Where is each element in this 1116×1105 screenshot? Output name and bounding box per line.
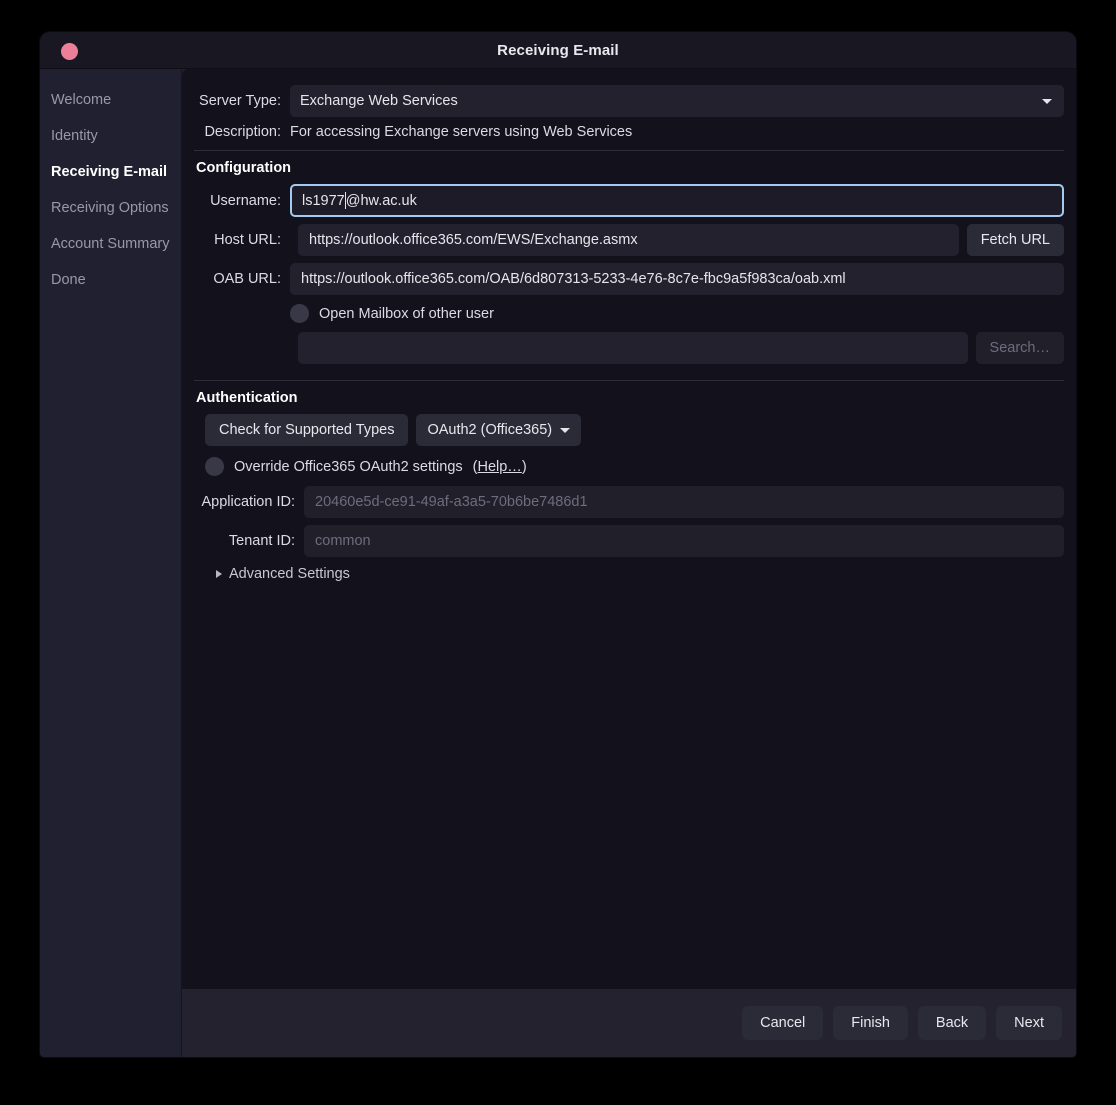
chevron-down-icon xyxy=(560,427,571,433)
sidebar-item-identity[interactable]: Identity xyxy=(40,118,181,154)
chevron-right-icon xyxy=(216,570,222,578)
description-row: Description: For accessing Exchange serv… xyxy=(194,124,1064,140)
oab-url-row: OAB URL: https://outlook.office365.com/O… xyxy=(194,263,1064,295)
check-supported-types-button[interactable]: Check for Supported Types xyxy=(205,414,409,446)
sidebar-item-receiving-email[interactable]: Receiving E-mail xyxy=(40,154,181,190)
oab-url-input[interactable]: https://outlook.office365.com/OAB/6d8073… xyxy=(290,263,1064,295)
fetch-url-button[interactable]: Fetch URL xyxy=(966,224,1064,256)
auth-method-value: OAuth2 (Office365) xyxy=(427,422,553,438)
cancel-button[interactable]: Cancel xyxy=(742,1006,824,1040)
mailbox-search-row: Search… xyxy=(194,332,1064,364)
help-link-wrapper: (Help…) xyxy=(473,459,527,475)
sidebar-item-account-summary[interactable]: Account Summary xyxy=(40,226,181,262)
advanced-settings-label: Advanced Settings xyxy=(229,566,350,582)
window-titlebar: Receiving E-mail xyxy=(40,32,1076,69)
chevron-down-icon xyxy=(1042,98,1052,104)
override-oauth2-row: Override Office365 OAuth2 settings (Help… xyxy=(205,457,1064,476)
authentication-divider xyxy=(194,380,1064,381)
close-icon[interactable] xyxy=(61,43,78,60)
server-type-select[interactable]: Exchange Web Services xyxy=(290,85,1064,117)
application-id-label: Application ID: xyxy=(201,494,296,510)
configuration-heading: Configuration xyxy=(196,160,292,176)
server-type-value: Exchange Web Services xyxy=(300,93,458,109)
override-oauth2-checkbox[interactable] xyxy=(205,457,224,476)
oab-url-label: OAB URL: xyxy=(213,271,281,287)
username-value-before-caret: ls1977 xyxy=(302,192,345,209)
open-mailbox-checkbox[interactable] xyxy=(290,304,309,323)
finish-button[interactable]: Finish xyxy=(833,1006,908,1040)
desktop-background: Receiving E-mail Welcome Identity Receiv… xyxy=(0,0,1116,1105)
application-id-input[interactable]: 20460e5d-ce91-49af-a3a5-70b6be7486d1 xyxy=(304,486,1064,518)
host-url-row: Host URL: https://outlook.office365.com/… xyxy=(194,224,1064,256)
back-button[interactable]: Back xyxy=(917,1006,987,1040)
server-type-label: Server Type: xyxy=(199,93,281,109)
authentication-heading: Authentication xyxy=(196,390,298,406)
host-url-label: Host URL: xyxy=(214,232,281,248)
wizard-sidebar: Welcome Identity Receiving E-mail Receiv… xyxy=(40,69,182,1057)
section-divider xyxy=(194,150,1064,151)
description-label: Description: xyxy=(204,124,281,140)
sidebar-item-welcome[interactable]: Welcome xyxy=(40,82,181,118)
next-button[interactable]: Next xyxy=(996,1006,1062,1040)
advanced-settings-expander[interactable]: Advanced Settings xyxy=(216,566,1064,582)
username-row: Username: ls1977 @hw.ac.uk xyxy=(194,184,1064,217)
mailbox-search-input[interactable] xyxy=(298,332,968,364)
username-input[interactable]: ls1977 @hw.ac.uk xyxy=(290,184,1064,217)
application-id-row: Application ID: 20460e5d-ce91-49af-a3a5-… xyxy=(194,486,1064,518)
receiving-email-dialog: Receiving E-mail Welcome Identity Receiv… xyxy=(40,32,1076,1057)
search-button[interactable]: Search… xyxy=(975,332,1064,364)
username-label: Username: xyxy=(210,192,281,209)
receiving-email-page: Server Type: Exchange Web Services Descr… xyxy=(182,69,1076,989)
help-link[interactable]: Help… xyxy=(477,459,521,475)
sidebar-item-done[interactable]: Done xyxy=(40,262,181,298)
override-oauth2-label: Override Office365 OAuth2 settings xyxy=(234,458,463,475)
open-mailbox-label: Open Mailbox of other user xyxy=(319,305,494,322)
open-mailbox-row: Open Mailbox of other user xyxy=(290,304,1064,323)
tenant-id-input[interactable]: common xyxy=(304,525,1064,557)
window-title: Receiving E-mail xyxy=(497,41,619,59)
dialog-footer: Cancel Finish Back Next xyxy=(182,989,1076,1057)
tenant-id-row: Tenant ID: common xyxy=(194,525,1064,557)
dialog-body: Welcome Identity Receiving E-mail Receiv… xyxy=(40,69,1076,1057)
auth-method-select[interactable]: OAuth2 (Office365) xyxy=(416,414,582,446)
help-suffix: ) xyxy=(521,458,527,475)
auth-buttons-row: Check for Supported Types OAuth2 (Office… xyxy=(205,414,1064,446)
content-wrapper: Server Type: Exchange Web Services Descr… xyxy=(182,69,1076,1057)
server-type-row: Server Type: Exchange Web Services xyxy=(194,85,1064,117)
description-value: For accessing Exchange servers using Web… xyxy=(290,124,633,140)
sidebar-item-receiving-options[interactable]: Receiving Options xyxy=(40,190,181,226)
username-value-after-caret: @hw.ac.uk xyxy=(345,192,417,209)
tenant-id-label: Tenant ID: xyxy=(228,533,295,549)
host-url-input[interactable]: https://outlook.office365.com/EWS/Exchan… xyxy=(298,224,959,256)
